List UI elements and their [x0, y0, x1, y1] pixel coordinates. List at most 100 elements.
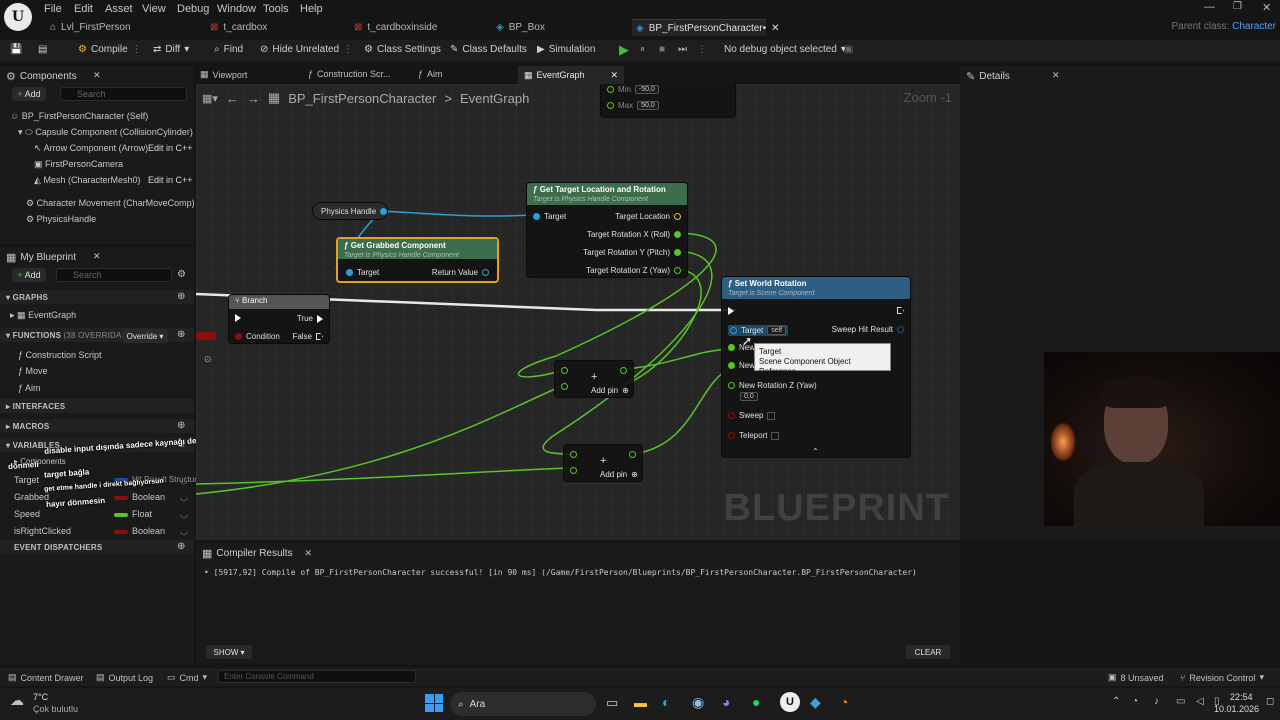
components-tab[interactable]: ⚙ Components: [6, 70, 77, 83]
variable-grabbed[interactable]: Grabbed: [14, 492, 49, 502]
clamp-node[interactable]: Min -50,0 Max 50,0: [600, 84, 736, 118]
revision-control-button[interactable]: ⑂ Revision Control ▾: [1180, 672, 1264, 683]
target-pin[interactable]: Target: [533, 212, 566, 221]
menu-file[interactable]: File: [44, 3, 62, 15]
add-dispatcher-icon[interactable]: ⊕: [177, 541, 185, 552]
add-component-button[interactable]: + Add: [12, 87, 46, 101]
edit-in-cpp-link[interactable]: Edit in C++: [148, 143, 193, 153]
override-dropdown[interactable]: Override ▾: [122, 329, 168, 343]
restore-icon[interactable]: ❐: [1233, 1, 1242, 12]
tab-viewport[interactable]: ▦ Viewport: [200, 69, 247, 80]
component-mesh[interactable]: ◭ Mesh (CharacterMesh0): [34, 175, 140, 186]
rotation-x-pin[interactable]: Target Rotation X (Roll): [587, 230, 681, 239]
new-rotation-z-value[interactable]: 0,0: [740, 392, 758, 401]
sweep-hit-result-pin[interactable]: Sweep Hit Result: [832, 325, 904, 334]
close-window-icon[interactable]: ✕: [1262, 1, 1271, 14]
component-physics-handle[interactable]: ⚙ PhysicsHandle: [26, 214, 96, 225]
hide-unrelated-button[interactable]: ⊘ Hide Unrelated ⋮: [260, 44, 353, 55]
show-button[interactable]: SHOW ▾: [206, 645, 252, 659]
file-explorer-icon[interactable]: ▬: [634, 695, 647, 710]
add-member-button[interactable]: + Add: [12, 268, 46, 282]
exec-in-pin[interactable]: [728, 307, 734, 315]
graph-item-eventgraph[interactable]: ▸ ▦ EventGraph: [10, 310, 76, 321]
blueprint-search-input[interactable]: Search: [56, 268, 172, 282]
blender-icon[interactable]: ◔: [840, 694, 848, 710]
unreal-logo-icon[interactable]: U: [4, 3, 32, 31]
tab-t-cardbox[interactable]: ⊠ t_cardbox: [210, 19, 267, 36]
visibility-icon[interactable]: ◡: [180, 526, 188, 537]
close-panel-icon[interactable]: ✕: [305, 548, 313, 559]
discord-icon[interactable]: ◕: [722, 694, 730, 710]
close-panel-icon[interactable]: ✕: [93, 70, 101, 81]
menu-edit[interactable]: Edit: [74, 3, 93, 15]
simulation-button[interactable]: ▶ Simulation: [537, 44, 595, 55]
tab-construction-script[interactable]: ƒ Construction Scr...: [308, 69, 391, 79]
tab-t-cardboxinside[interactable]: ⊠ t_cardboxinside: [354, 19, 437, 36]
my-blueprint-tab[interactable]: ▦ My Blueprint: [6, 251, 76, 264]
menu-view[interactable]: View: [142, 3, 166, 15]
stop-icon[interactable]: ■: [659, 44, 665, 55]
true-pin[interactable]: True: [297, 314, 323, 323]
console-command-input[interactable]: Enter Console Command: [218, 670, 416, 683]
compile-button[interactable]: ⚙ Compile ⋮: [78, 44, 142, 55]
teleport-checkbox[interactable]: [771, 431, 780, 440]
new-rotation-y-pin[interactable]: New: [728, 361, 755, 370]
menu-window[interactable]: Window: [217, 3, 256, 15]
min-value[interactable]: -50,0: [634, 85, 659, 94]
content-drawer-button[interactable]: ▤ Content Drawer: [8, 672, 84, 683]
clock-date[interactable]: 10.01.2026: [1214, 704, 1259, 714]
visibility-icon[interactable]: ◡: [180, 492, 188, 503]
menu-asset[interactable]: Asset: [105, 3, 133, 15]
physics-handle-node[interactable]: Physics Handle: [312, 202, 388, 220]
forward-arrow-icon[interactable]: →: [247, 91, 260, 106]
add-pin-button[interactable]: Add pin ⊕: [591, 386, 629, 395]
output-pin[interactable]: [629, 451, 636, 458]
find-button[interactable]: ⌕ Find: [214, 44, 243, 55]
notification-icon[interactable]: ◻: [1266, 696, 1274, 707]
add-graph-icon[interactable]: ⊕: [177, 291, 185, 302]
false-pin[interactable]: False: [292, 332, 323, 341]
back-arrow-icon[interactable]: ←: [226, 91, 239, 106]
pause-icon[interactable]: ⏸: [640, 44, 645, 55]
add-pin-button[interactable]: Add pin ⊕: [600, 470, 638, 479]
close-tab-icon[interactable]: ✕: [771, 23, 779, 34]
return-value-pin[interactable]: Return Value: [432, 268, 489, 277]
weather-icon[interactable]: ☁: [10, 692, 24, 709]
options-icon[interactable]: ⋮: [132, 44, 142, 55]
math-node-1[interactable]: + Add pin ⊕: [554, 360, 634, 398]
steam-icon[interactable]: ◉: [692, 694, 704, 711]
tab-lvl-firstperson[interactable]: ⌂ Lvl_FirstPerson: [50, 19, 131, 36]
debug-filter-icon[interactable]: ▣: [844, 44, 853, 55]
new-rotation-z-pin[interactable]: New Rotation Z (Yaw) 0,0: [728, 381, 817, 401]
network-icon[interactable]: ◔: [1132, 696, 1138, 707]
tab-eventgraph[interactable]: ▦ EventGraph ✕: [518, 66, 624, 84]
teleport-pin[interactable]: Teleport: [728, 431, 780, 440]
condition-pin[interactable]: Condition: [235, 332, 280, 341]
close-panel-icon[interactable]: ✕: [93, 251, 101, 262]
microphone-icon[interactable]: ♪: [1154, 696, 1159, 707]
task-view-icon[interactable]: ▭: [606, 695, 618, 711]
min-pin[interactable]: Min -50,0: [607, 85, 659, 94]
tab-bp-firstpersoncharacter[interactable]: ◈ BP_FirstPersonCharacter• ✕: [632, 19, 780, 36]
input-pin-b[interactable]: [570, 467, 577, 474]
add-function-icon[interactable]: ⊕: [177, 329, 185, 340]
unreal-taskbar-icon[interactable]: U: [780, 692, 800, 712]
output-pin[interactable]: [620, 367, 627, 374]
tab-aim[interactable]: ƒ Aim: [418, 69, 443, 79]
class-settings-button[interactable]: ⚙ Class Settings: [364, 44, 441, 55]
display-icon[interactable]: ▭: [1176, 696, 1185, 707]
tray-overflow-icon[interactable]: ⌃: [1112, 696, 1120, 707]
menu-debug[interactable]: Debug: [177, 3, 209, 15]
add-macro-icon[interactable]: ⊕: [177, 420, 185, 431]
menu-tools[interactable]: Tools: [263, 3, 289, 15]
parent-class-value[interactable]: Character: [1232, 21, 1276, 32]
input-pin-a[interactable]: [570, 451, 577, 458]
breadcrumb-root[interactable]: BP_FirstPersonCharacter: [288, 91, 436, 106]
math-node-2[interactable]: + Add pin ⊕: [563, 444, 643, 482]
physics-handle-pin[interactable]: Physics Handle: [321, 207, 388, 216]
get-grabbed-component-node[interactable]: ƒ Get Grabbed Component Target is Physics…: [336, 237, 499, 283]
clear-button[interactable]: CLEAR: [906, 645, 950, 659]
target-location-pin[interactable]: Target Location: [615, 212, 681, 221]
edit-in-cpp-link[interactable]: Edit in C++: [148, 175, 193, 185]
spotify-icon[interactable]: ●: [752, 694, 760, 710]
